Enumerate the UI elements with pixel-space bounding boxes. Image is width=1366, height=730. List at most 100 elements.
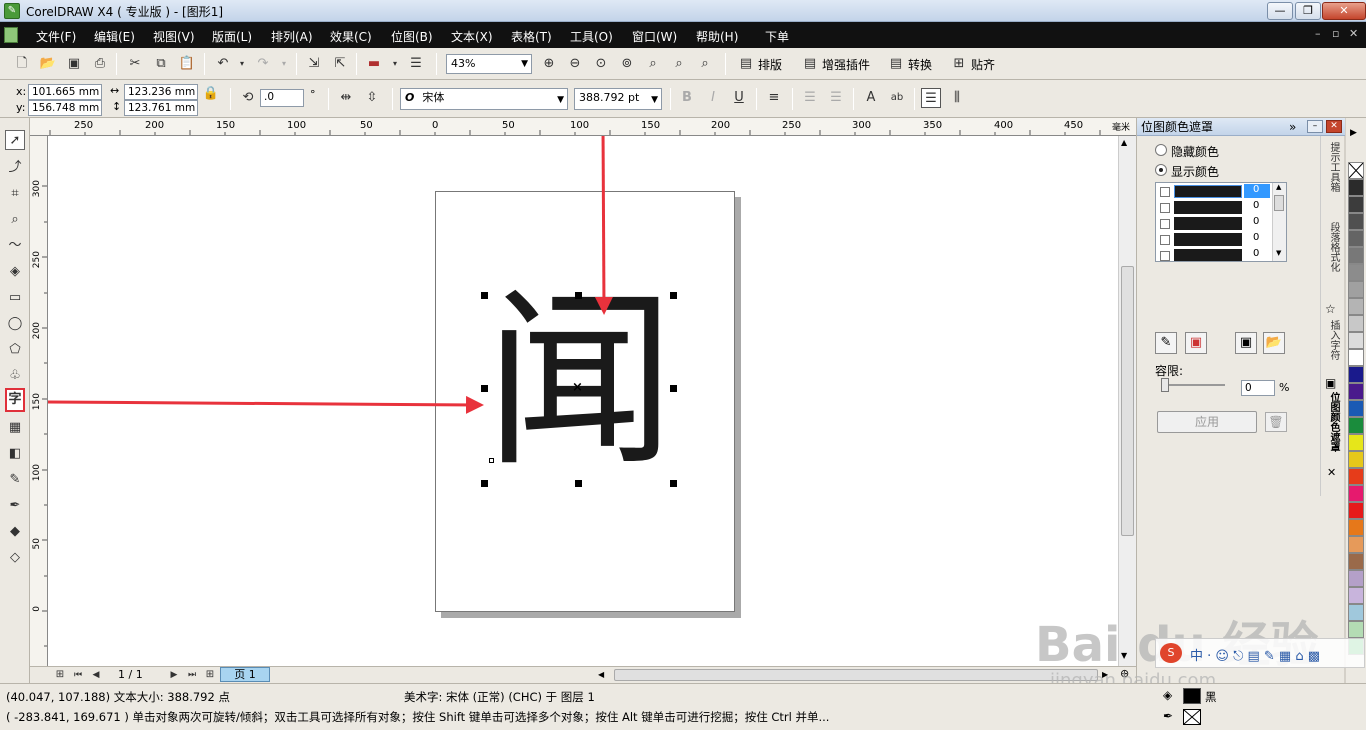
color-swatch[interactable]: [1348, 536, 1364, 553]
color-checkbox[interactable]: [1160, 187, 1170, 197]
menu-file[interactable]: 文件(F): [36, 28, 76, 45]
palette-scroll-up-icon[interactable]: ▶: [1350, 128, 1357, 138]
smart-fill-tool-icon[interactable]: ◈: [5, 262, 25, 282]
color-swatch[interactable]: [1348, 468, 1364, 485]
color-swatch[interactable]: [1348, 349, 1364, 366]
font-list-combo[interactable]: O 宋体 ▼: [400, 88, 568, 110]
zoom-in-icon[interactable]: ⊕: [539, 54, 559, 74]
interactive-blend-tool-icon[interactable]: ◧: [5, 444, 25, 464]
coreldraw-app-icon[interactable]: ✎: [4, 3, 20, 19]
zoom-tool-icon[interactable]: ⌕: [5, 210, 25, 230]
pick-tool-icon[interactable]: ➚: [5, 130, 25, 150]
vertical-scrollbar[interactable]: ▲ ▼: [1118, 136, 1136, 666]
color-swatch[interactable]: [1348, 298, 1364, 315]
print-icon[interactable]: ⎙: [90, 54, 110, 74]
redo-icon[interactable]: ↷: [253, 54, 273, 74]
doc-close-icon[interactable]: ✕: [1349, 27, 1358, 40]
undo-icon[interactable]: ↶: [213, 54, 233, 74]
insert-page-before-icon[interactable]: ⊞: [50, 665, 70, 685]
color-swatch[interactable]: [1348, 213, 1364, 230]
menu-window[interactable]: 窗口(W): [632, 28, 677, 45]
hide-color-radio[interactable]: [1155, 144, 1167, 156]
polygon-tool-icon[interactable]: ⬠: [5, 340, 25, 360]
tolerance-field[interactable]: 0: [1241, 380, 1275, 396]
scroll-up-icon[interactable]: ▲: [1276, 183, 1281, 191]
height-field[interactable]: 123.761 mm: [124, 100, 198, 116]
menu-help[interactable]: 帮助(H): [696, 28, 738, 45]
eyedropper-tool-icon[interactable]: ✎: [5, 470, 25, 490]
snap-button[interactable]: 贴齐: [971, 56, 995, 73]
menu-edit[interactable]: 编辑(E): [94, 28, 135, 45]
color-checkbox[interactable]: [1160, 203, 1170, 213]
last-page-icon[interactable]: ⏭: [182, 665, 202, 685]
docker-minimize-icon[interactable]: –: [1307, 120, 1323, 133]
color-swatch[interactable]: [1348, 502, 1364, 519]
horizontal-scroll-thumb[interactable]: [614, 669, 1098, 681]
tolerance-slider-thumb[interactable]: [1161, 378, 1169, 392]
delete-icon[interactable]: 🗑: [1265, 412, 1287, 432]
y-position-field[interactable]: 156.748 mm: [28, 100, 102, 116]
menu-bitmaps[interactable]: 位图(B): [391, 28, 433, 45]
new-document-icon[interactable]: 🗋: [12, 54, 32, 74]
basic-shapes-tool-icon[interactable]: ♧: [5, 366, 25, 386]
scroll-thumb[interactable]: [1121, 266, 1134, 536]
zoom-page-icon[interactable]: ⌕: [643, 54, 663, 74]
export-icon[interactable]: ⇱: [330, 54, 350, 74]
layout-plugin-button[interactable]: 排版: [758, 56, 782, 73]
color-checkbox[interactable]: [1160, 235, 1170, 245]
open-icon[interactable]: 📂: [38, 54, 58, 74]
maximize-button[interactable]: ❐: [1295, 2, 1321, 20]
horizontal-alignment-icon[interactable]: ≡: [764, 88, 784, 108]
x-position-field[interactable]: 101.665 mm: [28, 84, 102, 100]
color-swatch[interactable]: [1348, 570, 1364, 587]
undo-dropdown-icon[interactable]: ▾: [232, 54, 252, 74]
menu-order[interactable]: 下单: [765, 28, 789, 45]
fill-tool-icon[interactable]: ◆: [5, 522, 25, 542]
color-swatch[interactable]: [1348, 179, 1364, 196]
color-swatch[interactable]: [1348, 196, 1364, 213]
scroll-down-icon[interactable]: ▼: [1276, 249, 1281, 257]
convert-plugin-icon[interactable]: ▤: [886, 54, 906, 74]
tolerance-slider-track[interactable]: [1161, 384, 1225, 386]
ime-mode-icon[interactable]: 中 · ☺ ⎋ ▤ ✎ ▦ ⌂ ▩: [1190, 645, 1320, 664]
edit-color-icon[interactable]: ▣: [1185, 332, 1207, 354]
menu-view[interactable]: 视图(V): [153, 28, 195, 45]
enhance-plugin-icon[interactable]: ▤: [800, 54, 820, 74]
menu-arrange[interactable]: 排列(A): [271, 28, 313, 45]
next-page-icon[interactable]: ▶: [164, 665, 184, 685]
color-checkbox[interactable]: [1160, 219, 1170, 229]
color-swatch[interactable]: [1348, 434, 1364, 451]
menu-effects[interactable]: 效果(C): [330, 28, 372, 45]
menu-layout[interactable]: 版面(L): [212, 28, 252, 45]
scroll-up-icon[interactable]: ▲: [1121, 138, 1127, 147]
welcome-screen-icon[interactable]: ☰: [406, 54, 426, 74]
apply-button[interactable]: 应用: [1157, 411, 1257, 433]
horizontal-text-icon[interactable]: ☰: [921, 88, 941, 108]
interactive-fill-tool-icon[interactable]: ◇: [5, 548, 25, 568]
scroll-left-icon[interactable]: ◀: [598, 670, 604, 679]
menu-text[interactable]: 文本(X): [451, 28, 493, 45]
zoom-height-icon[interactable]: ⌕: [695, 54, 715, 74]
zoom-out-icon[interactable]: ⊖: [565, 54, 585, 74]
tab-bitmap-color-mask[interactable]: 位图颜色遮罩: [1325, 392, 1341, 464]
color-swatch[interactable]: [1348, 383, 1364, 400]
snap-icon[interactable]: ⊞: [949, 54, 969, 74]
ellipse-tool-icon[interactable]: ◯: [5, 314, 25, 334]
tab-hints[interactable]: 提示工具箱: [1325, 142, 1341, 212]
minimize-button[interactable]: —: [1267, 2, 1293, 20]
freehand-tool-icon[interactable]: 〜: [5, 236, 25, 256]
enhance-plugin-button[interactable]: 增强插件: [822, 56, 870, 73]
color-mask-list[interactable]: 0 0 0 0 0 ▲ ▼: [1155, 182, 1287, 262]
mirror-horizontal-icon[interactable]: ⇹: [336, 88, 356, 108]
zoom-width-icon[interactable]: ⌕: [669, 54, 689, 74]
close-button[interactable]: ✕: [1322, 2, 1366, 20]
import-icon[interactable]: ⇲: [304, 54, 324, 74]
table-tool-icon[interactable]: ▦: [5, 418, 25, 438]
zoom-selected-icon[interactable]: ⊙: [591, 54, 611, 74]
color-swatch[interactable]: [1348, 332, 1364, 349]
color-swatch[interactable]: [1348, 604, 1364, 621]
application-launcher-icon[interactable]: ▬: [364, 54, 384, 74]
color-checkbox[interactable]: [1160, 251, 1170, 261]
zoom-all-objects-icon[interactable]: ⊚: [617, 54, 637, 74]
menu-tools[interactable]: 工具(O): [570, 28, 613, 45]
